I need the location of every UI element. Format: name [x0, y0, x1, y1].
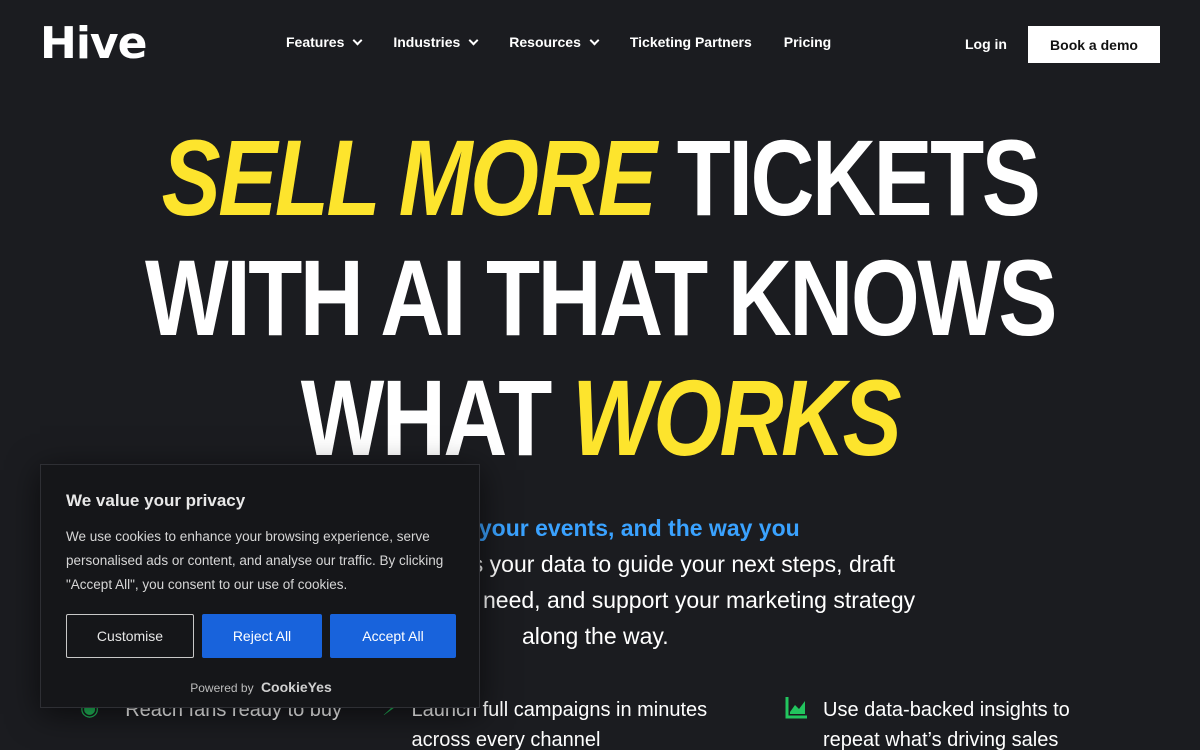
- cookie-description: We use cookies to enhance your browsing …: [66, 529, 444, 592]
- book-demo-button[interactable]: Book a demo: [1028, 26, 1160, 63]
- hero-headline: SELL MORE TICKETS WITH AI THAT KNOWS WHA…: [0, 118, 1200, 478]
- feature-text: Use data-backed insights to repeat what’…: [823, 695, 1070, 750]
- powered-by: Powered by CookieYes: [41, 679, 481, 695]
- chevron-down-icon: [468, 35, 479, 45]
- headline-highlight: SELL MORE: [161, 117, 657, 238]
- cookie-consent-dialog: We value your privacy We use cookies to …: [40, 464, 480, 708]
- cookie-buttons: Customise Reject All Accept All: [66, 614, 456, 658]
- chevron-down-icon: [352, 35, 363, 45]
- main-menu: Features Industries Resources Ticketing …: [286, 34, 831, 50]
- feature-line: Use data-backed insights to: [823, 699, 1070, 721]
- nav-item-ticketing-partners[interactable]: Ticketing Partners: [630, 34, 752, 50]
- nav-item-label: Ticketing Partners: [629, 34, 752, 50]
- customise-button[interactable]: Customise: [66, 614, 194, 658]
- nav-item-label: Features: [286, 34, 345, 50]
- feature-line: across every channel: [411, 729, 601, 750]
- nav-item-label: Pricing: [783, 34, 832, 50]
- nav-item-label: Industries: [393, 34, 461, 50]
- chevron-down-icon: [589, 35, 600, 45]
- nav-item-resources[interactable]: Resources: [509, 34, 600, 50]
- chart-icon: [785, 695, 809, 750]
- headline-highlight: WORKS: [572, 357, 902, 478]
- nav-item-pricing[interactable]: Pricing: [784, 34, 831, 50]
- top-nav: Hive Features Industries Resources Ticke…: [0, 0, 1200, 88]
- nav-item-industries[interactable]: Industries: [393, 34, 479, 50]
- powered-by-label: Powered by: [190, 681, 254, 695]
- cookieyes-logo[interactable]: CookieYes: [261, 679, 332, 695]
- headline-text: TICKETS: [676, 117, 1041, 238]
- feature-line: repeat what’s driving sales: [823, 729, 1059, 750]
- headline-line-1: SELL MORE TICKETS: [108, 118, 1092, 238]
- hive-logo[interactable]: Hive: [40, 22, 147, 66]
- reject-all-button[interactable]: Reject All: [202, 614, 322, 658]
- headline-line-2: WITH AI THAT KNOWS: [144, 237, 1057, 358]
- nav-item-label: Resources: [509, 34, 581, 50]
- cookie-title: We value your privacy: [66, 491, 246, 510]
- feature-item: Use data-backed insights to repeat what’…: [785, 695, 1070, 750]
- accept-all-button[interactable]: Accept All: [330, 614, 456, 658]
- nav-item-features[interactable]: Features: [286, 34, 363, 50]
- headline-line-3: WHAT WORKS: [108, 358, 1092, 478]
- headline-text: WHAT: [300, 357, 553, 478]
- login-link[interactable]: Log in: [965, 36, 1007, 52]
